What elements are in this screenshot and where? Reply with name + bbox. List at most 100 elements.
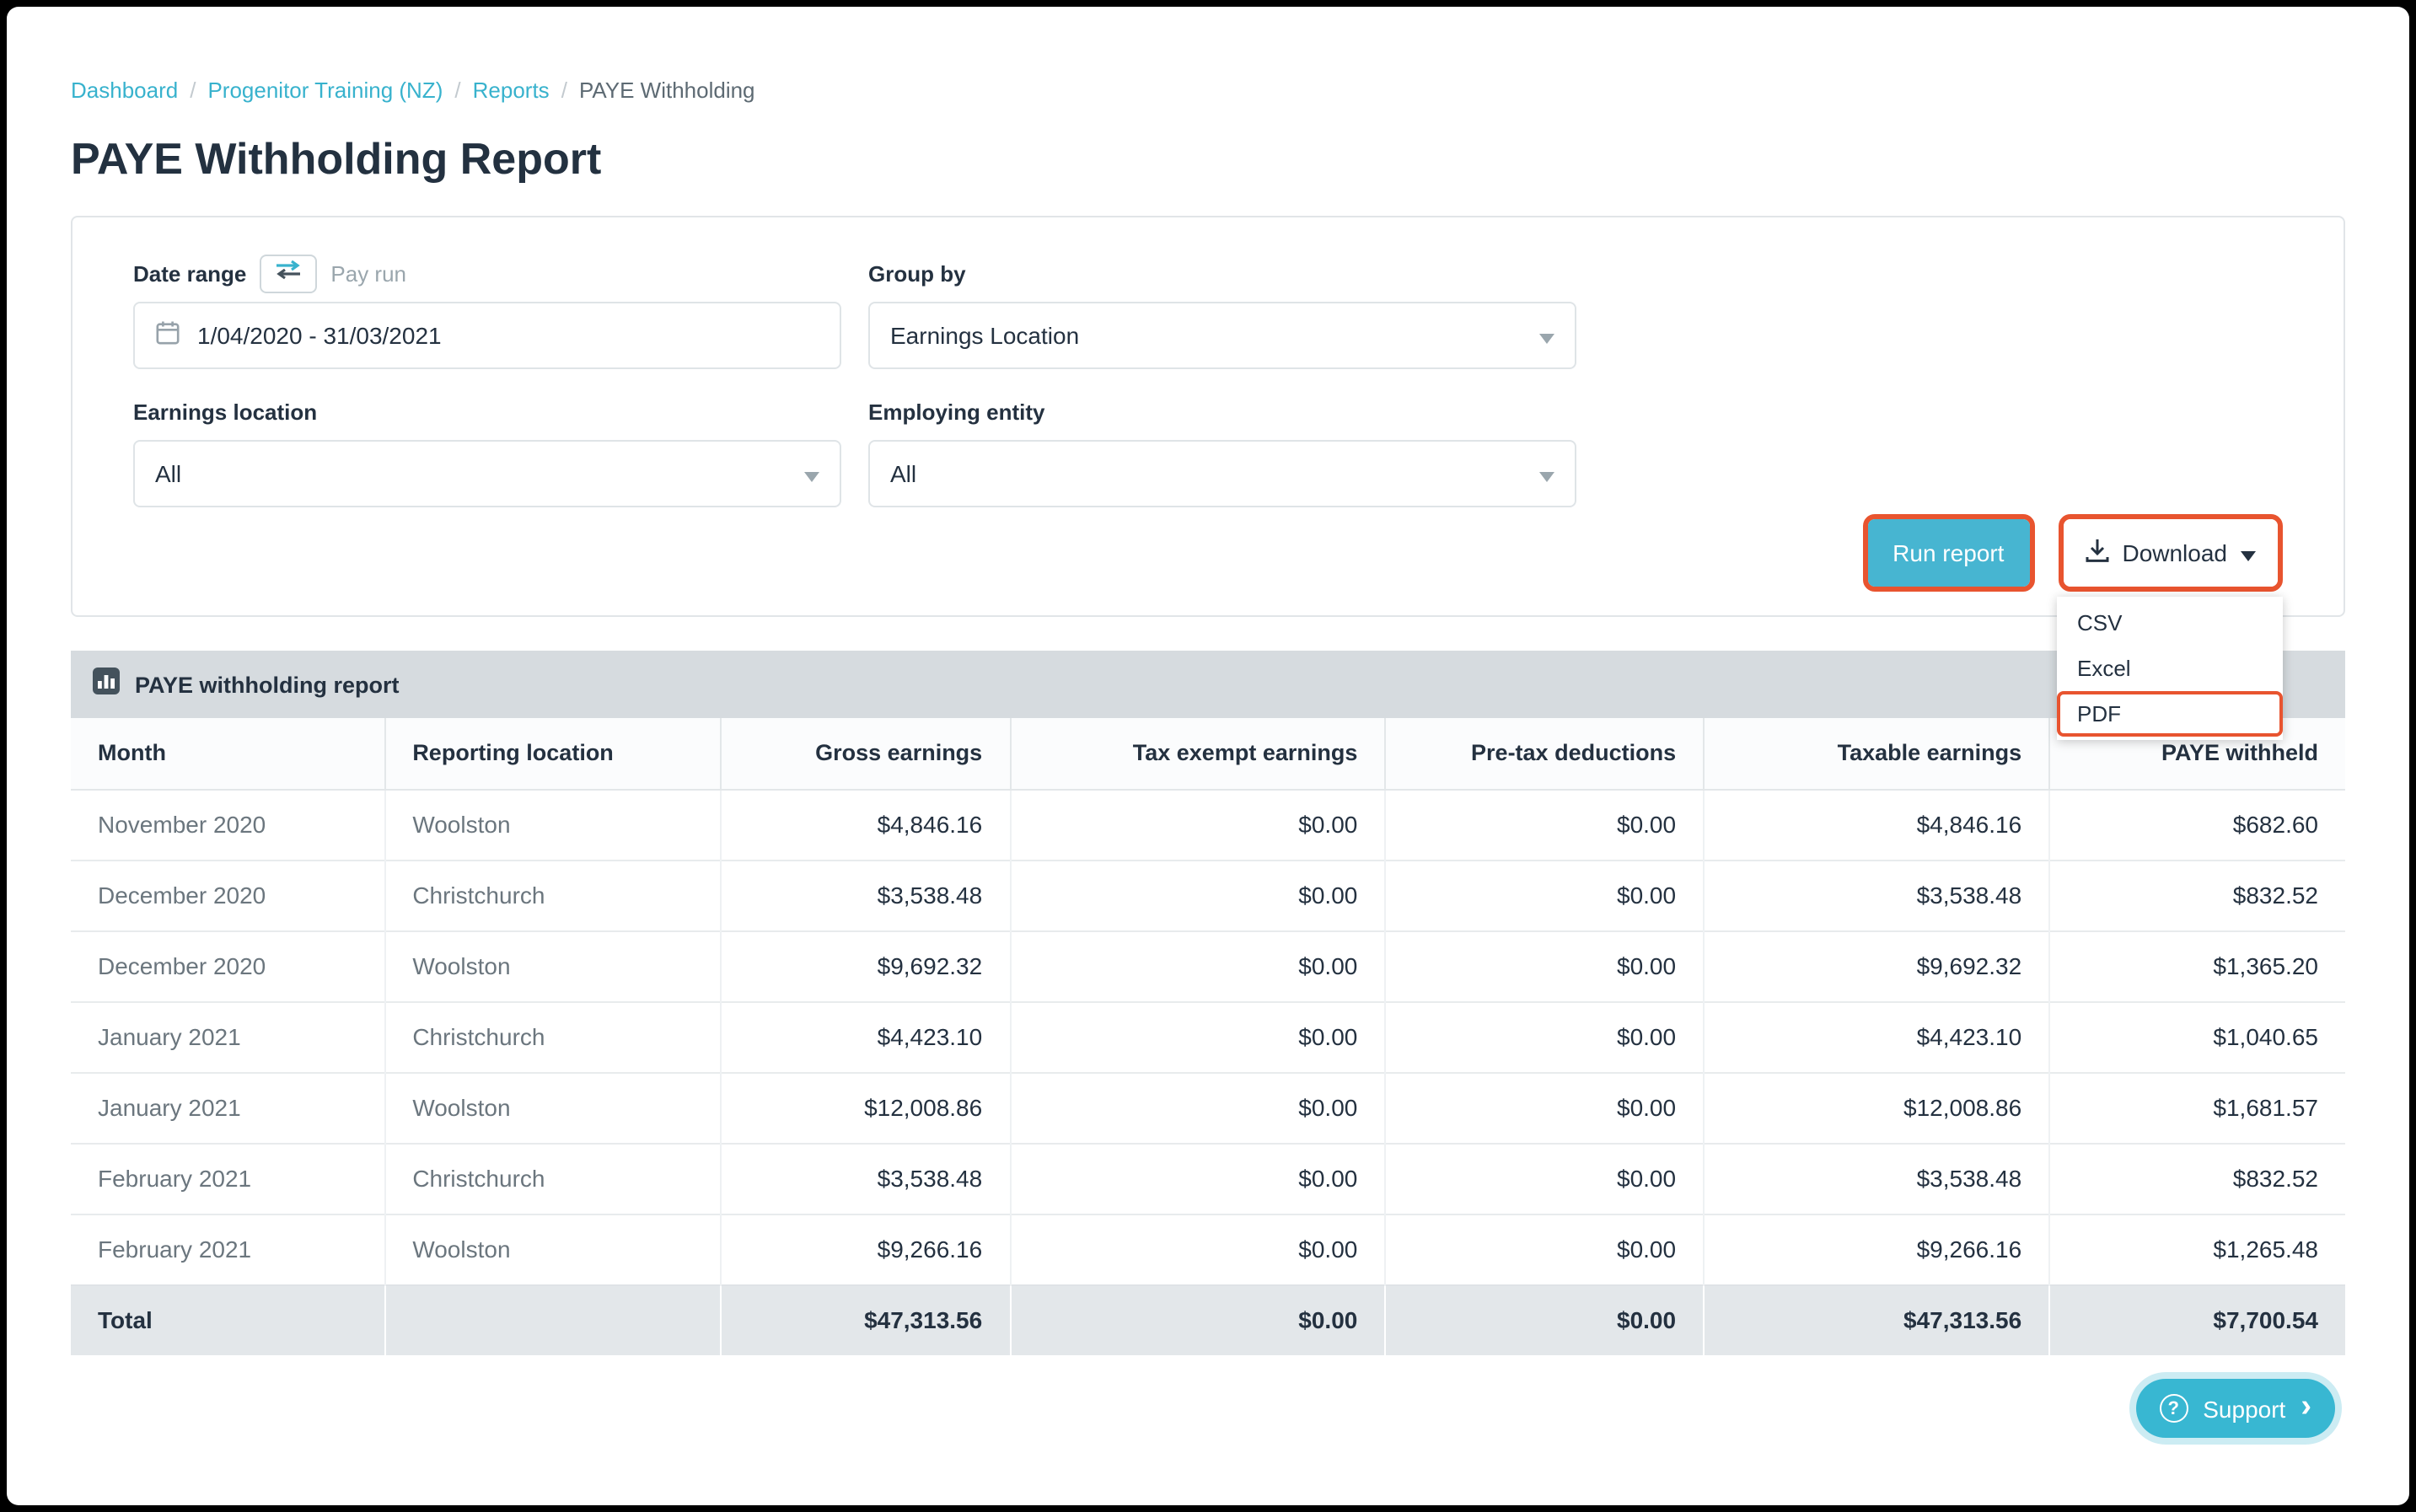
employing-entity-select[interactable]: All	[868, 440, 1576, 507]
column-header-pre-tax-deductions: Pre-tax deductions	[1384, 718, 1705, 790]
download-highlight: Download	[2058, 514, 2283, 592]
total-tax-exempt-earnings: $0.00	[1009, 1284, 1386, 1355]
column-header-taxable-earnings: Taxable earnings	[1703, 718, 2050, 790]
table-row: December 2020 Christchurch $3,538.48 $0.00 $…	[71, 859, 2345, 930]
column-header-month: Month	[71, 718, 385, 790]
table-cell: January 2021	[71, 1000, 385, 1072]
table-header-row: Month Reporting location Gross earnings …	[71, 718, 2345, 790]
menu-item-csv[interactable]: CSV	[2057, 600, 2283, 646]
menu-item-pdf[interactable]: PDF	[2057, 691, 2283, 737]
page-title: PAYE Withholding Report	[71, 133, 602, 184]
table-cell: $0.00	[1009, 1000, 1386, 1072]
table-cell: $1,365.20	[2048, 930, 2345, 1001]
table-cell: Christchurch	[384, 859, 722, 930]
employing-entity-field: Employing entity All	[868, 396, 1576, 507]
earnings-location-label: Earnings location	[133, 399, 318, 424]
chevron-right-icon: ›	[2301, 1389, 2311, 1424]
table-cell: $0.00	[1009, 1213, 1386, 1284]
date-range-input[interactable]: 1/04/2020 - 31/03/2021	[133, 302, 841, 369]
table-cell: $0.00	[1009, 788, 1386, 860]
table-cell: $3,538.48	[720, 1142, 1011, 1214]
bar-chart-icon	[93, 667, 120, 702]
table-total-row: Total $47,313.56 $0.00 $0.00 $47,313.56 …	[71, 1284, 2345, 1355]
table-cell: $1,040.65	[2048, 1000, 2345, 1072]
filter-row-2: Earnings location All Employing entity A…	[133, 396, 2283, 507]
date-mode-toggle[interactable]	[260, 254, 318, 292]
support-label: Support	[2203, 1395, 2286, 1422]
total-pre-tax-deductions: $0.00	[1384, 1284, 1705, 1355]
breadcrumb-dashboard[interactable]: Dashboard	[71, 78, 178, 103]
pay-run-label[interactable]: Pay run	[330, 260, 406, 286]
earnings-location-select[interactable]: All	[133, 440, 841, 507]
table-row: February 2021 Christchurch $3,538.48 $0.00 $…	[71, 1142, 2345, 1214]
table-cell: $1,681.57	[2048, 1071, 2345, 1143]
column-header-tax-exempt-earnings: Tax exempt earnings	[1009, 718, 1386, 790]
breadcrumb-separator: /	[190, 78, 196, 103]
table-cell: Woolston	[384, 1213, 722, 1284]
table-cell: Woolston	[384, 930, 722, 1001]
table-cell: $1,265.48	[2048, 1213, 2345, 1284]
column-header-reporting-location: Reporting location	[384, 718, 722, 790]
download-dropdown: Download CSV Excel PDF	[2057, 514, 2283, 740]
table-cell: $0.00	[1009, 930, 1386, 1001]
support-button[interactable]: ? Support ›	[2135, 1379, 2335, 1438]
table-cell: December 2020	[71, 930, 385, 1001]
table-cell: $0.00	[1384, 930, 1705, 1001]
menu-item-excel[interactable]: Excel	[2057, 646, 2283, 691]
column-header-gross-earnings: Gross earnings	[720, 718, 1011, 790]
total-label: Total	[71, 1284, 385, 1355]
total-gross-earnings: $47,313.56	[720, 1284, 1011, 1355]
total-paye-withheld: $7,700.54	[2048, 1284, 2345, 1355]
breadcrumb: Dashboard / Progenitor Training (NZ) / R…	[71, 7, 2345, 103]
table-cell: February 2021	[71, 1142, 385, 1214]
table-cell: $832.52	[2048, 1142, 2345, 1214]
chevron-down-icon	[2241, 539, 2256, 566]
table-cell: December 2020	[71, 859, 385, 930]
table-cell: $3,538.48	[1703, 1142, 2050, 1214]
report-table: Month Reporting location Gross earnings …	[71, 718, 2345, 1355]
table-cell: $0.00	[1384, 1071, 1705, 1143]
breadcrumb-reports[interactable]: Reports	[473, 78, 550, 103]
earnings-location-value: All	[155, 460, 182, 487]
table-cell: $0.00	[1009, 1071, 1386, 1143]
table-cell: $9,692.32	[720, 930, 1011, 1001]
table-cell: November 2020	[71, 788, 385, 860]
filter-row-1: Date range Pay run 1/04/2020 - 31/03/202…	[133, 254, 2283, 369]
table-cell: $3,538.48	[720, 859, 1011, 930]
swap-arrows-icon	[275, 258, 302, 288]
report-section: PAYE withholding report Month Reporting …	[71, 651, 2345, 1355]
run-report-button[interactable]: Run report	[1867, 519, 2030, 587]
table-cell: $4,423.10	[720, 1000, 1011, 1072]
question-mark-icon: ?	[2159, 1394, 2188, 1423]
download-menu: CSV Excel PDF	[2057, 597, 2283, 740]
employing-entity-value: All	[890, 460, 917, 487]
report-header-bar: PAYE withholding report	[71, 651, 2345, 718]
table-cell: January 2021	[71, 1071, 385, 1143]
chevron-down-icon	[804, 460, 819, 487]
table-row: January 2021 Woolston $12,008.86 $0.00 $0.00…	[71, 1071, 2345, 1143]
table-cell: $12,008.86	[1703, 1071, 2050, 1143]
table-cell: $0.00	[1009, 859, 1386, 930]
table-cell: $0.00	[1009, 1142, 1386, 1214]
table-row: February 2021 Woolston $9,266.16 $0.00 $0.00…	[71, 1213, 2345, 1284]
table-cell: $0.00	[1384, 1213, 1705, 1284]
report-title: PAYE withholding report	[135, 672, 400, 697]
table-cell: $0.00	[1384, 788, 1705, 860]
table-cell: $832.52	[2048, 859, 2345, 930]
filter-panel: Date range Pay run 1/04/2020 - 31/03/202…	[71, 216, 2345, 740]
download-button[interactable]: Download	[2063, 519, 2278, 587]
calendar-icon	[155, 320, 180, 351]
breadcrumb-business[interactable]: Progenitor Training (NZ)	[207, 78, 443, 103]
table-cell: Christchurch	[384, 1000, 722, 1072]
screenshot-frame: Dashboard / Progenitor Training (NZ) / R…	[0, 0, 2416, 1512]
date-range-value: 1/04/2020 - 31/03/2021	[197, 322, 442, 349]
group-by-label: Group by	[868, 260, 966, 286]
table-cell: Woolston	[384, 1071, 722, 1143]
table-cell: $0.00	[1384, 859, 1705, 930]
earnings-location-field: Earnings location All	[133, 396, 841, 507]
group-by-value: Earnings Location	[890, 322, 1080, 349]
app-page: Dashboard / Progenitor Training (NZ) / R…	[7, 7, 2409, 1505]
breadcrumb-current: PAYE Withholding	[578, 78, 755, 103]
group-by-select[interactable]: Earnings Location	[868, 302, 1576, 369]
table-cell: $682.60	[2048, 788, 2345, 860]
